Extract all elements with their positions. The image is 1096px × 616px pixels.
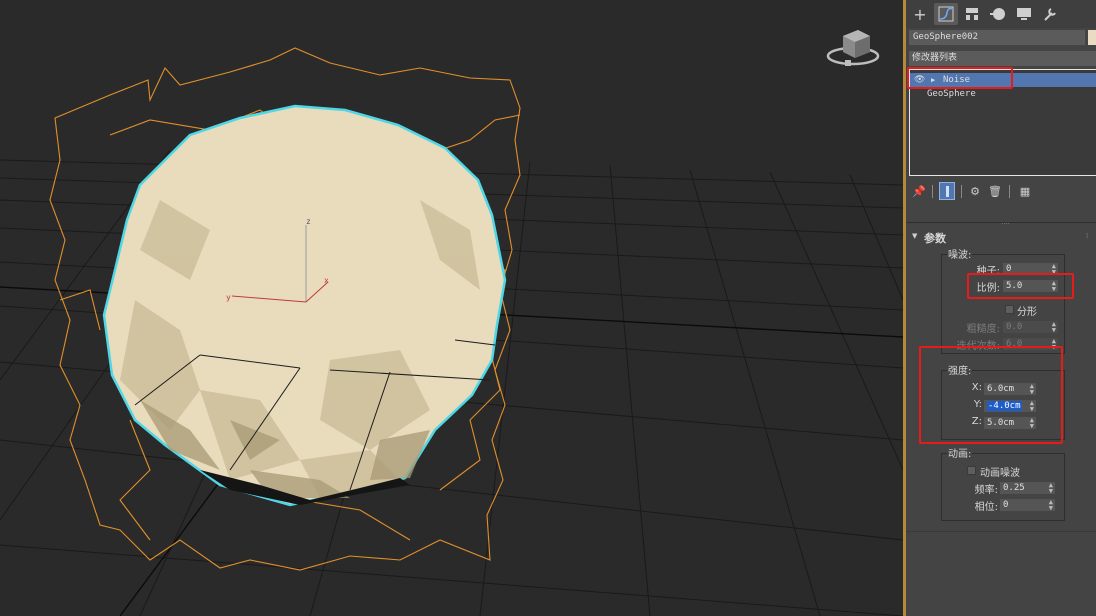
object-name-field[interactable]: GeoSphere002 <box>909 30 1085 45</box>
rollout-grip-icon[interactable]: .... <box>1001 218 1010 226</box>
gizmo-z-label: z <box>306 217 311 226</box>
frequency-spinner[interactable]: 0.25 ▲ ▼ <box>1000 482 1055 495</box>
frequency-value[interactable]: 0.25 <box>1003 483 1025 493</box>
object-color-swatch[interactable] <box>1088 30 1096 45</box>
annotation-highlight-scale <box>967 273 1074 299</box>
noise-group-label: 噪波: <box>947 246 973 261</box>
phase-label: 相位: <box>974 502 998 513</box>
gizmo-x-label: x <box>324 276 329 285</box>
roughness-label: 粗糙度: <box>966 324 1000 335</box>
configure-sets-icon[interactable]: ▦ <box>1017 182 1033 200</box>
hierarchy-icon <box>966 8 978 20</box>
parameters-rollout-title[interactable]: 参数 <box>924 230 946 246</box>
frequency-label: 频率: <box>974 485 998 496</box>
modifier-list-dropdown[interactable]: 修改器列表 <box>909 51 1096 66</box>
hierarchy-tab[interactable] <box>960 3 984 25</box>
stack-item-geosphere[interactable]: GeoSphere <box>910 87 1096 101</box>
roughness-value[interactable]: 0.0 <box>1006 322 1022 332</box>
motion-icon <box>990 8 1005 20</box>
command-panel-tabs: + <box>906 0 1096 28</box>
phase-value[interactable]: 0 <box>1003 500 1008 510</box>
motion-tab[interactable] <box>986 3 1010 25</box>
gizmo-y-label: y <box>226 293 231 302</box>
plus-icon: + <box>913 4 927 24</box>
noise-geosphere[interactable] <box>102 104 507 507</box>
command-panel: + GeoSphere002 修改器列表 👁 ▶ Noise GeoSphere… <box>906 0 1096 616</box>
modify-curve-icon <box>938 6 954 22</box>
make-unique-icon[interactable]: ⚙ <box>967 182 983 200</box>
viewcube-icon[interactable] <box>826 30 880 66</box>
fractal-label: 分形 <box>1017 307 1037 318</box>
annotation-highlight-noise <box>907 67 1013 89</box>
animate-noise-checkbox[interactable] <box>967 466 976 475</box>
trash-icon[interactable]: 🗑 <box>987 182 1003 200</box>
roughness-spinner[interactable]: 0.0 ▲ ▼ <box>1003 321 1058 334</box>
utilities-tab[interactable] <box>1038 3 1062 25</box>
modify-tab[interactable] <box>934 3 958 25</box>
perspective-viewport[interactable]: z x y <box>0 0 903 616</box>
annotation-highlight-strength <box>919 346 1063 444</box>
stack-item-label: GeoSphere <box>927 89 976 99</box>
phase-spinner[interactable]: 0 ▲ ▼ <box>1000 499 1055 512</box>
animation-group-label: 动画: <box>947 445 973 460</box>
monitor-icon <box>1017 8 1031 20</box>
wrench-icon <box>1044 8 1056 21</box>
pin-stack-icon[interactable]: 📌 <box>911 182 927 200</box>
create-tab[interactable]: + <box>908 3 932 25</box>
animate-noise-label: 动画噪波 <box>980 468 1020 479</box>
show-end-result-icon[interactable] <box>939 182 955 200</box>
collapse-arrow-icon[interactable]: ▼ <box>912 232 917 240</box>
rollout-menu-icon[interactable]: ⁞ <box>1086 232 1088 240</box>
stack-toolbar: 📌 ⚙ 🗑 ▦ <box>909 182 1096 202</box>
fractal-checkbox[interactable] <box>1005 305 1014 314</box>
display-tab[interactable] <box>1012 3 1036 25</box>
viewport-scene: z x y <box>0 30 903 616</box>
